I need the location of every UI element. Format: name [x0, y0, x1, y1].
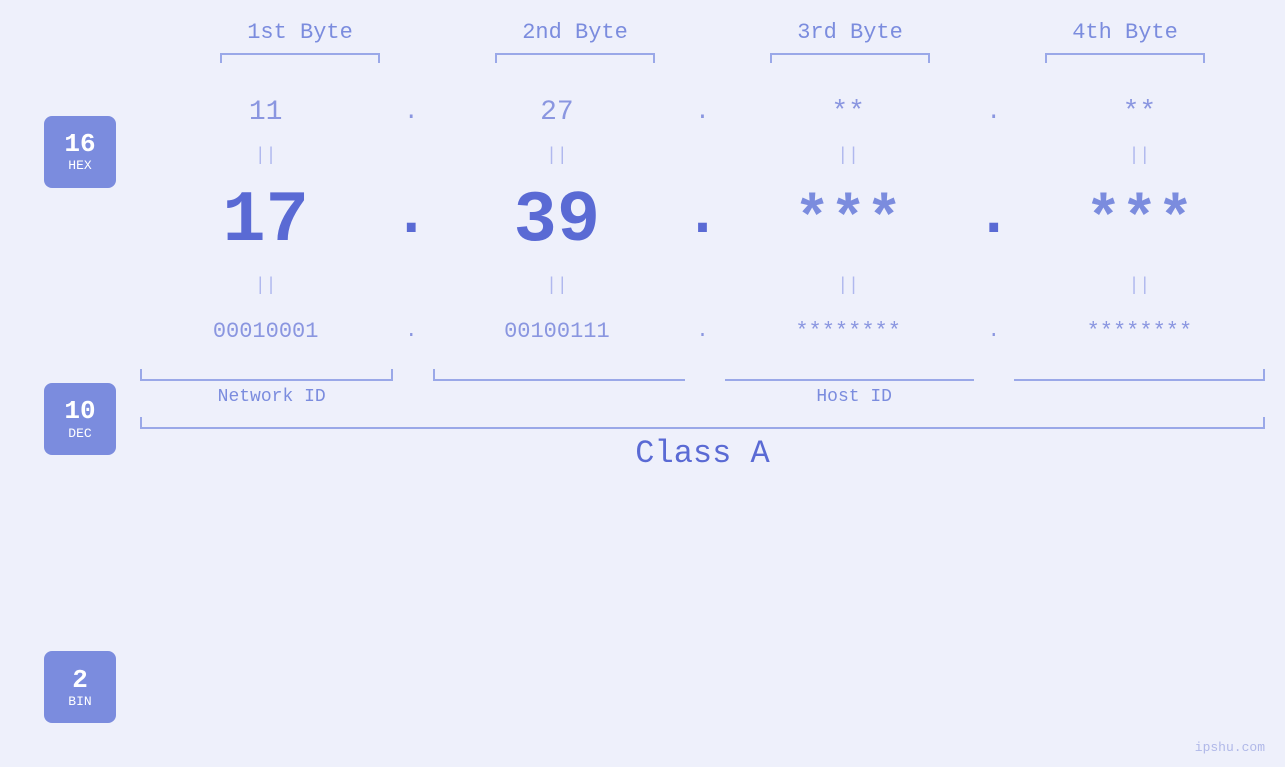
hex-badge: 16 HEX: [44, 116, 116, 188]
dec-badge-label: DEC: [68, 426, 91, 441]
dec-dot-3: .: [974, 180, 1014, 263]
eq2-b3: ||: [723, 276, 974, 296]
content-wrapper: 16 HEX 10 DEC 2 BIN: [0, 83, 1285, 767]
hex-b1-value: 11: [249, 97, 283, 128]
equals-row-1: || || || ||: [140, 141, 1265, 171]
bottom-brackets: [140, 369, 1265, 381]
eq1-b1: ||: [140, 146, 391, 166]
hex-b1-cell: 11: [140, 97, 391, 128]
hex-b2-value: 27: [540, 97, 574, 128]
dec-b1-value: 17: [222, 180, 308, 262]
dec-b4-cell: ***: [1014, 191, 1265, 251]
dec-b2-value: 39: [514, 180, 600, 262]
host-id-bracket-mid: [725, 369, 974, 381]
bin-dot-1: .: [391, 320, 431, 343]
dec-dot-2: .: [683, 180, 723, 263]
hex-b4-cell: **: [1014, 97, 1265, 128]
bin-data-row: 00010001 . 00100111 . ******** . *******…: [140, 301, 1265, 361]
dec-b2-cell: 39: [431, 185, 682, 257]
main-container: 1st Byte 2nd Byte 3rd Byte 4th Byte 16 H…: [0, 0, 1285, 767]
dec-badge-row: 10 DEC: [44, 369, 116, 469]
eq1-b2: ||: [431, 146, 682, 166]
bin-b3-value: ********: [795, 319, 901, 344]
bin-dot-2: .: [683, 320, 723, 343]
host-id-bracket-right: [1014, 369, 1265, 381]
top-bracket-1: [220, 53, 380, 63]
dec-data-row: 17 . 39 . *** . ***: [140, 171, 1265, 271]
big-bracket-row: [140, 417, 1265, 429]
badges-column: 16 HEX 10 DEC 2 BIN: [0, 83, 140, 767]
hex-badge-row: 16 HEX: [44, 123, 116, 181]
byte-header-2: 2nd Byte: [438, 20, 713, 53]
data-rows: 11 . 27 . ** . ** || ||: [140, 83, 1265, 767]
hex-data-row: 11 . 27 . ** . **: [140, 83, 1265, 141]
dec-b3-cell: ***: [723, 191, 974, 251]
byte-headers: 1st Byte 2nd Byte 3rd Byte 4th Byte: [163, 20, 1263, 53]
top-bracket-3: [770, 53, 930, 63]
byte-header-3: 3rd Byte: [713, 20, 988, 53]
bin-b1-value: 00010001: [213, 319, 319, 344]
dec-b3-value: ***: [794, 187, 902, 255]
bin-badge-number: 2: [72, 666, 88, 695]
hex-b4-value: **: [1123, 97, 1157, 128]
hex-b2-cell: 27: [431, 97, 682, 128]
watermark: ipshu.com: [1195, 740, 1265, 755]
hex-dot-1: .: [391, 99, 431, 126]
bin-b2-cell: 00100111: [431, 319, 682, 344]
id-labels-row: Network ID Host ID: [140, 387, 1265, 407]
eq2-b2: ||: [431, 276, 682, 296]
big-outer-bracket: [140, 417, 1265, 429]
byte-header-4: 4th Byte: [988, 20, 1263, 53]
equals-row-2: || || || ||: [140, 271, 1265, 301]
hex-badge-number: 16: [64, 130, 95, 159]
bin-b2-value: 00100111: [504, 319, 610, 344]
top-bracket-cell-1: [163, 53, 438, 63]
hex-dot-3: .: [974, 99, 1014, 126]
bin-b4-value: ********: [1087, 319, 1193, 344]
bin-b3-cell: ********: [723, 319, 974, 344]
eq2-b1: ||: [140, 276, 391, 296]
host-id-bracket-left: [433, 369, 684, 381]
dec-b4-value: ***: [1085, 187, 1193, 255]
top-bracket-2: [495, 53, 655, 63]
bin-badge: 2 BIN: [44, 651, 116, 723]
top-bracket-cell-3: [713, 53, 988, 63]
hex-badge-label: HEX: [68, 158, 91, 173]
dec-badge: 10 DEC: [44, 383, 116, 455]
dec-dot-1: .: [391, 180, 431, 263]
hex-b3-value: **: [831, 97, 865, 128]
top-brackets: [163, 53, 1263, 63]
bin-badge-row: 2 BIN: [44, 657, 116, 717]
bin-dot-3: .: [974, 320, 1014, 343]
eq1-b3: ||: [723, 146, 974, 166]
hex-dot-2: .: [683, 99, 723, 126]
class-label: Class A: [140, 435, 1265, 472]
byte-header-1: 1st Byte: [163, 20, 438, 53]
dec-b1-cell: 17: [140, 185, 391, 257]
network-id-label: Network ID: [140, 387, 403, 407]
top-bracket-cell-4: [988, 53, 1263, 63]
top-bracket-cell-2: [438, 53, 713, 63]
network-id-bracket: [140, 369, 393, 381]
eq1-b4: ||: [1014, 146, 1265, 166]
top-bracket-4: [1045, 53, 1205, 63]
bin-badge-label: BIN: [68, 694, 91, 709]
eq2-b4: ||: [1014, 276, 1265, 296]
dec-badge-number: 10: [64, 397, 95, 426]
bin-b1-cell: 00010001: [140, 319, 391, 344]
hex-b3-cell: **: [723, 97, 974, 128]
host-id-label: Host ID: [443, 387, 1265, 407]
bin-b4-cell: ********: [1014, 319, 1265, 344]
